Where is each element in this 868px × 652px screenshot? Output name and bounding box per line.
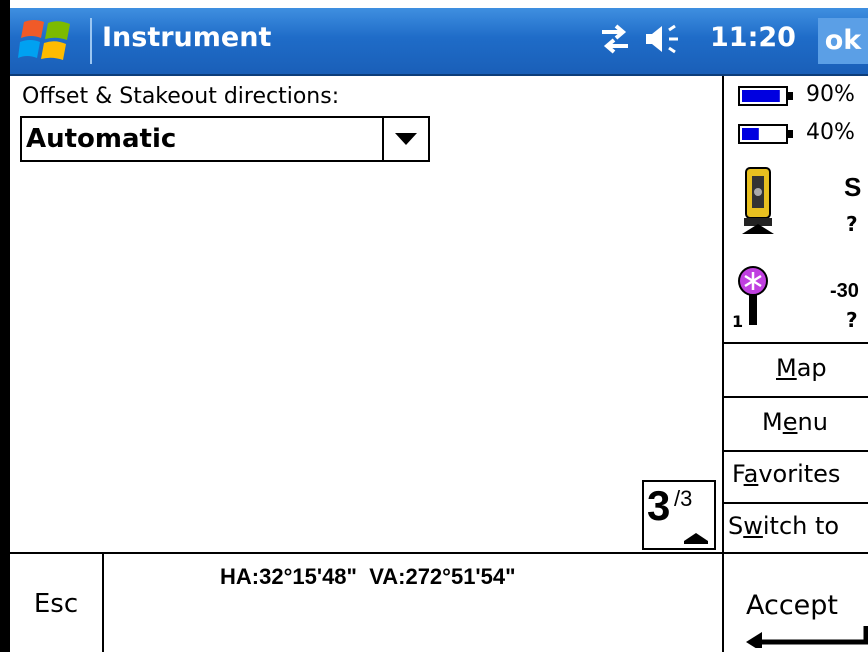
title-separator <box>90 18 92 64</box>
page-up-icon[interactable] <box>682 532 710 544</box>
page-total: /3 <box>674 486 693 511</box>
status-sidebar: 90% 40% S ? 1 -30 ? Map Menu Favorites S… <box>722 76 868 552</box>
speaker-icon[interactable] <box>642 22 686 56</box>
switch-to-button[interactable]: Switch to <box>724 502 868 554</box>
target-value: -30 <box>830 280 859 302</box>
offset-stakeout-dropdown[interactable]: Automatic <box>20 116 430 162</box>
battery-2-text: 40% <box>806 120 855 145</box>
ok-button[interactable]: ok <box>818 18 868 64</box>
accept-button[interactable]: Accept <box>722 554 868 652</box>
instrument-unknown: ? <box>846 212 858 236</box>
total-station-icon[interactable] <box>738 166 778 238</box>
dropdown-value: Automatic <box>26 124 177 154</box>
screen: Instrument 11:20 ok Offset & Stakeout di… <box>10 0 868 652</box>
map-button[interactable]: Map <box>724 342 868 396</box>
angle-readout: HA:32°15'48" VA:272°51'54" <box>220 564 516 589</box>
page-indicator[interactable]: 3 /3 <box>642 480 716 550</box>
dropdown-button[interactable] <box>382 118 428 160</box>
bottom-bar: Esc HA:32°15'48" VA:272°51'54" Accept <box>10 552 868 652</box>
offset-stakeout-label: Offset & Stakeout directions: <box>22 84 340 109</box>
battery-icon <box>738 124 793 144</box>
target-unknown: ? <box>846 308 858 332</box>
accept-label: Accept <box>746 590 839 621</box>
esc-button[interactable]: Esc <box>10 554 104 652</box>
instrument-status: S <box>844 172 862 202</box>
windows-logo-icon[interactable] <box>18 16 76 66</box>
favorites-button[interactable]: Favorites <box>724 450 868 502</box>
page-title: Instrument <box>102 22 272 53</box>
clock[interactable]: 11:20 <box>710 22 796 53</box>
battery-1-text: 90% <box>806 82 855 107</box>
target-number: 1 <box>732 312 744 331</box>
chevron-down-icon <box>395 133 417 145</box>
page-current: 3 <box>647 482 671 529</box>
title-bar: Instrument 11:20 ok <box>10 8 868 76</box>
battery-icon <box>738 86 793 106</box>
enter-return-icon <box>746 626 868 648</box>
menu-button[interactable]: Menu <box>724 396 868 450</box>
connectivity-icon[interactable] <box>598 22 632 56</box>
